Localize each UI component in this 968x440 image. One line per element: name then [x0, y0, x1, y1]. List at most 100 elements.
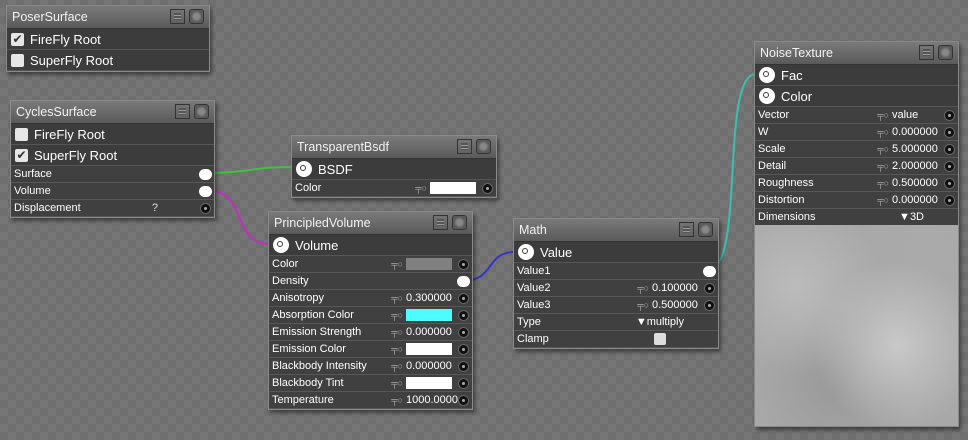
key-icon[interactable]: ╤○ [637, 300, 649, 310]
checkbox-row-firefly-root[interactable]: FireFly Root [11, 124, 214, 145]
checkbox-checked[interactable]: ✔ [11, 32, 24, 46]
output-color[interactable]: Color [755, 86, 958, 107]
checkbox-unchecked[interactable] [654, 333, 666, 345]
input-socket-icon[interactable] [458, 360, 469, 372]
output-plug-icon[interactable] [457, 275, 470, 287]
checkbox-checked[interactable]: ✔ [15, 148, 28, 162]
node-transparentbsdf[interactable]: TransparentBsdf BSDF Color ╤○ [291, 135, 497, 198]
input-socket-icon[interactable] [458, 377, 469, 389]
checkbox-row-superfly-root[interactable]: ✔ SuperFly Root [11, 145, 214, 166]
color-swatch[interactable] [406, 377, 452, 389]
input-socket-icon[interactable] [944, 177, 955, 189]
checkbox-unchecked[interactable] [11, 53, 24, 67]
key-icon[interactable]: ╤○ [391, 395, 403, 405]
key-icon[interactable]: ╤○ [391, 378, 403, 388]
param-value-field[interactable]: 5.000000 [892, 143, 942, 155]
node-title-bar[interactable]: TransparentBsdf [292, 136, 496, 159]
input-socket-icon[interactable] [458, 394, 469, 406]
menu-icon[interactable] [679, 222, 694, 237]
key-icon[interactable]: ╤○ [877, 161, 889, 171]
output-bsdf[interactable]: BSDF [292, 159, 496, 180]
key-icon[interactable]: ╤○ [877, 195, 889, 205]
menu-icon[interactable] [919, 45, 934, 60]
param-value-field[interactable]: 0.500000 [892, 177, 942, 189]
key-icon[interactable]: ╤○ [877, 127, 889, 137]
node-title-bar[interactable]: CyclesSurface [11, 101, 214, 124]
node-noisetexture[interactable]: NoiseTexture Fac Color Vector ╤○ value W ╤○ 0.00… [754, 41, 959, 427]
checkbox-row-superfly-root[interactable]: SuperFly Root [7, 50, 209, 71]
output-socket-icon[interactable] [296, 161, 312, 177]
key-icon[interactable]: ╤○ [391, 361, 403, 371]
preview-toggle-icon[interactable] [476, 139, 491, 154]
param-value-field[interactable]: 0.500000 [652, 299, 702, 311]
output-volume[interactable]: Volume [269, 235, 472, 256]
key-icon[interactable]: ╤○ [877, 144, 889, 154]
input-socket-icon[interactable] [458, 326, 469, 338]
input-socket-icon[interactable] [704, 282, 715, 294]
output-socket-icon[interactable] [518, 244, 534, 260]
param-value-field[interactable]: value [892, 109, 942, 121]
menu-icon[interactable] [175, 104, 190, 119]
key-icon[interactable]: ╤○ [637, 283, 649, 293]
output-socket-icon[interactable] [759, 67, 775, 83]
dropdown[interactable]: ▼3D [899, 211, 924, 223]
menu-icon[interactable] [433, 215, 448, 230]
color-swatch[interactable] [406, 343, 452, 355]
param-value-field[interactable]: 0.000000 [406, 326, 456, 338]
node-posersurface[interactable]: PoserSurface ✔ FireFly Root SuperFly Root [6, 5, 210, 72]
input-socket-icon[interactable] [944, 109, 955, 121]
input-socket-icon[interactable] [944, 143, 955, 155]
input-socket-icon[interactable] [458, 258, 469, 270]
preview-toggle-icon[interactable] [698, 222, 713, 237]
color-swatch[interactable] [430, 182, 476, 194]
param-value-field[interactable]: 2.000000 [892, 160, 942, 172]
key-icon[interactable]: ╤○ [391, 259, 403, 269]
key-icon[interactable]: ╤○ [391, 344, 403, 354]
checkbox-row-firefly-root[interactable]: ✔ FireFly Root [7, 29, 209, 50]
node-cyclessurface[interactable]: CyclesSurface FireFly Root ✔ SuperFly Root S… [10, 100, 215, 218]
checkbox-unchecked[interactable] [15, 127, 28, 141]
key-icon[interactable]: ╤○ [877, 178, 889, 188]
input-socket-icon[interactable] [458, 309, 469, 321]
color-swatch[interactable] [406, 309, 452, 321]
param-value-field[interactable]: 0.300000 [406, 292, 456, 304]
node-principledvolume[interactable]: PrincipledVolume Volume Color ╤○ Density Anis… [268, 211, 473, 410]
param-value-field[interactable]: 1000.0000 [406, 394, 458, 406]
node-title-bar[interactable]: NoiseTexture [755, 42, 958, 65]
preview-toggle-icon[interactable] [194, 104, 209, 119]
output-fac[interactable]: Fac [755, 65, 958, 86]
output-plug-icon[interactable] [199, 185, 212, 197]
input-socket-icon[interactable] [704, 299, 715, 311]
param-value-field[interactable]: 0.000000 [892, 126, 942, 138]
color-swatch[interactable] [406, 258, 452, 270]
output-socket-icon[interactable] [759, 88, 775, 104]
eye-icon[interactable] [938, 45, 953, 60]
node-math[interactable]: Math Value Value1 Value2 ╤○ 0.100000 Value3 ╤○ 0… [513, 218, 719, 349]
help-icon[interactable]: ? [152, 202, 158, 214]
node-title-bar[interactable]: Math [514, 219, 718, 242]
output-socket-icon[interactable] [273, 237, 289, 253]
input-socket-icon[interactable] [944, 194, 955, 206]
output-value[interactable]: Value [514, 242, 718, 263]
output-plug-icon[interactable] [199, 168, 212, 180]
key-icon[interactable]: ╤○ [391, 327, 403, 337]
preview-toggle-icon[interactable] [189, 9, 204, 24]
node-title-bar[interactable]: PrincipledVolume [269, 212, 472, 235]
input-socket-icon[interactable] [458, 292, 469, 304]
dropdown[interactable]: ▼multiply [636, 316, 684, 328]
key-icon[interactable]: ╤○ [877, 110, 889, 120]
key-icon[interactable]: ╤○ [391, 293, 403, 303]
input-socket-icon[interactable] [944, 126, 955, 138]
input-socket-icon[interactable] [458, 343, 469, 355]
menu-icon[interactable] [170, 9, 185, 24]
menu-icon[interactable] [457, 139, 472, 154]
input-socket-icon[interactable] [200, 202, 211, 214]
param-value-field[interactable]: 0.000000 [406, 360, 456, 372]
key-icon[interactable]: ╤○ [415, 183, 427, 193]
key-icon[interactable]: ╤○ [391, 310, 403, 320]
input-socket-icon[interactable] [482, 182, 493, 194]
output-plug-icon[interactable] [703, 265, 716, 277]
param-value-field[interactable]: 0.000000 [892, 194, 942, 206]
node-title-bar[interactable]: PoserSurface [7, 6, 209, 29]
input-socket-icon[interactable] [944, 160, 955, 172]
